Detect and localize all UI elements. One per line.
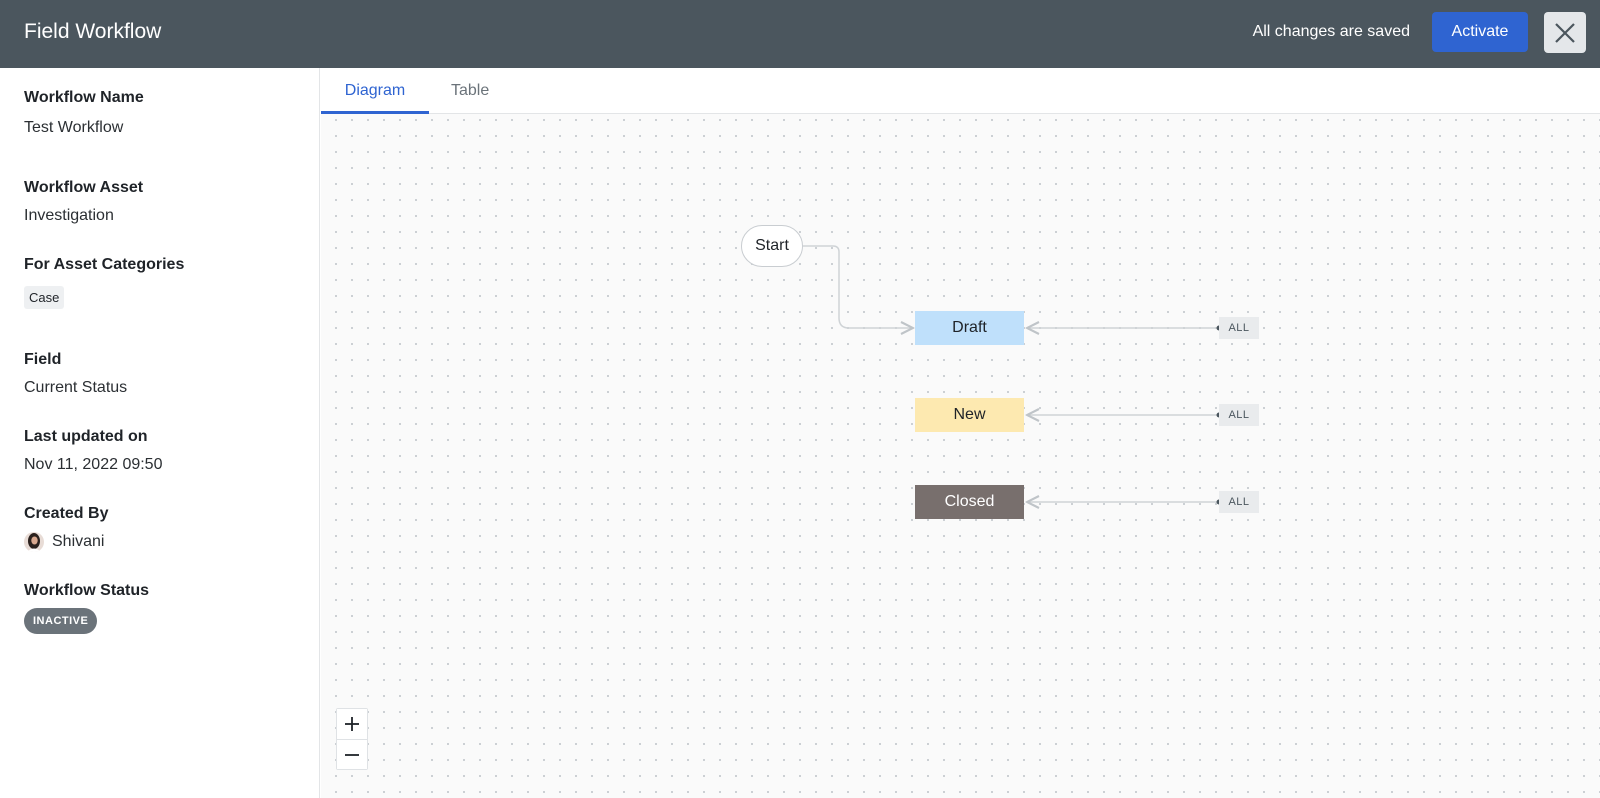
- workflow-details-panel: Workflow Name Test Workflow Workflow Ass…: [0, 68, 320, 798]
- creator-name: Shivani: [52, 533, 105, 550]
- workflow-name-section: Workflow Name Test Workflow: [24, 89, 144, 137]
- start-to-draft-edge: [803, 245, 913, 328]
- workflow-asset-value: Investigation: [24, 207, 114, 224]
- asset-categories-section: For Asset Categories Case: [24, 256, 184, 309]
- workflow-asset-label: Workflow Asset: [24, 179, 144, 196]
- workflow-asset-section: Workflow Asset Investigation: [24, 179, 143, 225]
- field-value: Current Status: [24, 379, 128, 396]
- created-by-label: Created By: [24, 505, 109, 522]
- zoom-out-button[interactable]: [337, 739, 367, 769]
- zoom-in-button[interactable]: [337, 709, 367, 739]
- asset-categories-label: For Asset Categories: [24, 256, 185, 273]
- avatar: [24, 532, 44, 552]
- all-transition-tag[interactable]: ALL: [1219, 317, 1259, 339]
- plus-icon: [345, 717, 359, 731]
- creator: Shivani: [24, 532, 108, 552]
- state-node-new[interactable]: New: [915, 398, 1024, 432]
- workflow-status-section: Workflow Status INACTIVE: [24, 582, 149, 634]
- tab-diagram[interactable]: Diagram: [321, 68, 429, 114]
- field-section: Field Current Status: [24, 351, 127, 397]
- workflow-name-value: Test Workflow: [24, 119, 124, 136]
- workflow-diagram-canvas[interactable]: Start Draft New Closed ALL ALL ALL: [321, 114, 1600, 798]
- workflow-status-label: Workflow Status: [24, 582, 150, 599]
- last-updated-value: Nov 11, 2022 09:50: [24, 456, 163, 473]
- start-node[interactable]: Start: [741, 225, 803, 267]
- last-updated-section: Last updated on Nov 11, 2022 09:50: [24, 428, 162, 474]
- close-icon: [1555, 22, 1575, 43]
- activate-button[interactable]: Activate: [1432, 12, 1528, 52]
- workflow-name-label: Workflow Name: [24, 89, 144, 106]
- field-label: Field: [24, 351, 62, 368]
- transition-edges: [803, 245, 1222, 798]
- user-avatar-icon: [24, 532, 44, 552]
- status-badge: INACTIVE: [24, 608, 98, 634]
- zoom-controls: [336, 708, 368, 770]
- header-bar: Field Workflow All changes are saved Act…: [0, 0, 1600, 68]
- view-tabs: Diagram Table: [321, 68, 1600, 114]
- close-button[interactable]: [1544, 12, 1586, 53]
- state-node-closed[interactable]: Closed: [915, 485, 1024, 519]
- page-title: Field Workflow: [24, 20, 162, 43]
- save-status-text: All changes are saved: [1252, 23, 1410, 40]
- all-transition-tag[interactable]: ALL: [1219, 491, 1259, 513]
- minus-icon: [345, 754, 359, 756]
- created-by-section: Created By Shivani: [24, 505, 108, 552]
- last-updated-label: Last updated on: [24, 428, 148, 445]
- category-chip: Case: [24, 286, 65, 309]
- all-transition-tag[interactable]: ALL: [1219, 404, 1259, 426]
- tab-table[interactable]: Table: [451, 68, 489, 114]
- state-node-draft[interactable]: Draft: [915, 311, 1024, 345]
